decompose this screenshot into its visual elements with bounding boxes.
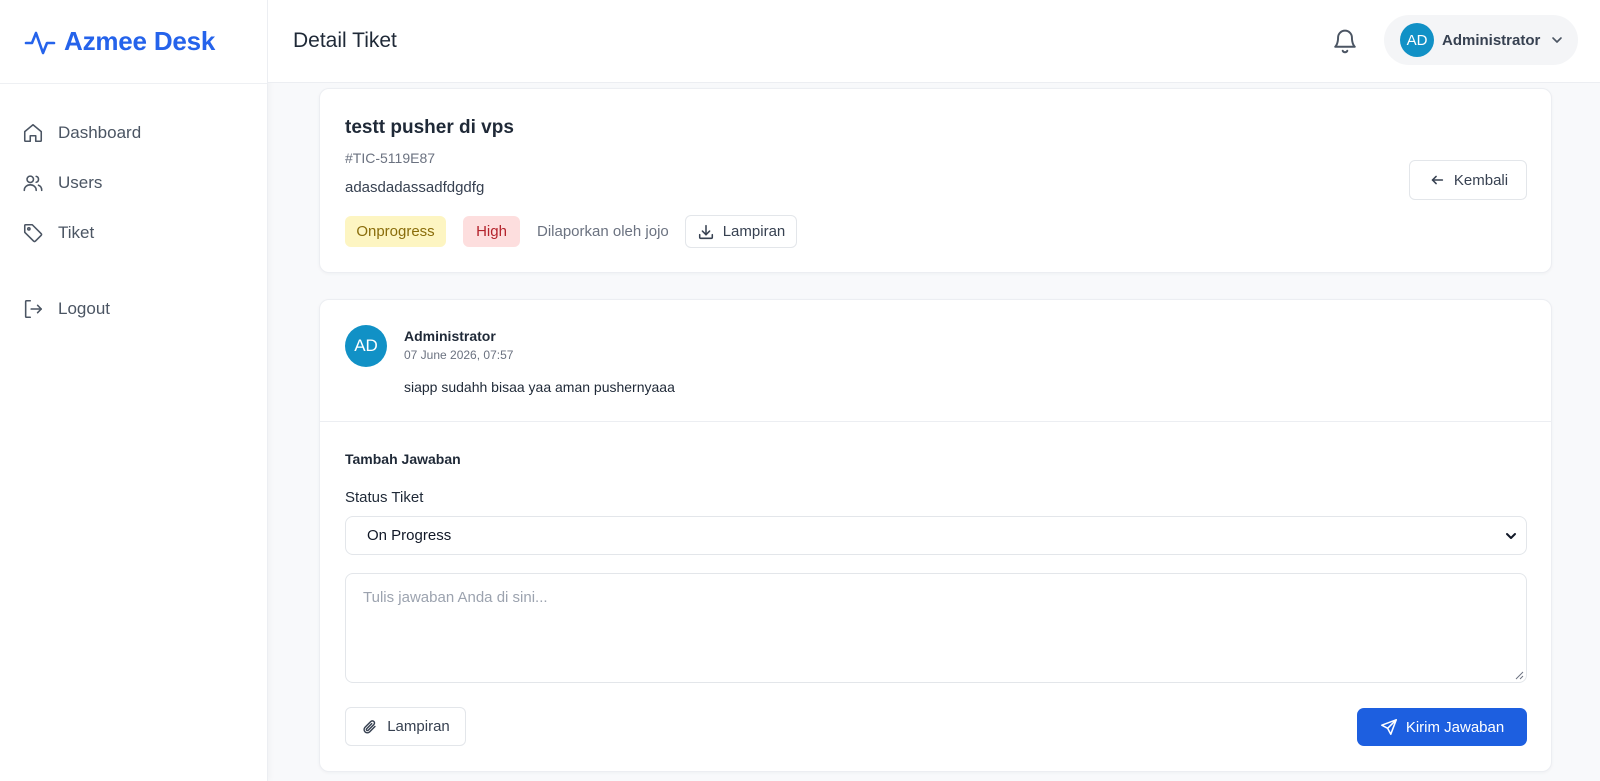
ticket-thread-card: AD Administrator 07 June 2026, 07:57 sia…	[319, 299, 1552, 772]
status-select-value: On Progress	[367, 527, 452, 544]
download-icon	[698, 224, 713, 239]
avatar: AD	[1400, 23, 1434, 57]
reply-timestamp: 07 June 2026, 07:57	[404, 348, 514, 362]
ticket-summary-card: testt pusher di vps #TIC-5119E87 adasdad…	[319, 88, 1552, 273]
divider	[320, 421, 1551, 422]
sidebar-item-tiket[interactable]: Tiket	[0, 208, 267, 258]
send-icon	[1380, 719, 1397, 735]
sidebar-item-label: Users	[58, 173, 103, 192]
brand[interactable]: Azmee Desk	[0, 0, 267, 84]
logout-icon	[24, 299, 43, 319]
logout-label: Logout	[58, 299, 110, 318]
sidebar-item-label: Dashboard	[58, 123, 142, 142]
sidebar-item-label: Tiket	[58, 223, 95, 242]
reply-author: Administrator	[404, 328, 496, 344]
brand-name: Azmee Desk	[64, 26, 216, 56]
add-attachment-label: Lampiran	[387, 718, 450, 735]
download-attachment-button[interactable]: Lampiran	[685, 215, 797, 248]
status-badge: Onprogress	[345, 216, 446, 247]
activity-logo-icon	[24, 31, 56, 54]
logout-button[interactable]: Logout	[0, 284, 267, 334]
back-label: Kembali	[1453, 171, 1509, 189]
priority-badge: High	[463, 216, 520, 247]
users-icon	[23, 175, 43, 192]
sidebar-item-users[interactable]: Users	[0, 158, 267, 208]
chevron-down-icon	[1552, 37, 1563, 43]
status-field-label: Status Tiket	[345, 489, 424, 506]
page-title: Detail Tiket	[293, 29, 397, 52]
paperclip-icon	[363, 719, 376, 734]
chevron-down-icon	[1506, 533, 1516, 539]
reply-textarea[interactable]	[345, 573, 1527, 683]
back-button[interactable]: Kembali	[1409, 160, 1527, 200]
top-header: Detail Tiket AD Administrator	[268, 0, 1600, 83]
send-reply-button[interactable]: Kirim Jawaban	[1357, 708, 1527, 746]
ticket-description: adasdadassadfdgdfg	[345, 179, 485, 196]
reply-message: siapp sudahh bisaa yaa aman pushernyaaa	[404, 379, 675, 395]
send-reply-label: Kirim Jawaban	[1405, 718, 1505, 736]
reply-form-title: Tambah Jawaban	[345, 451, 461, 467]
download-attachment-label: Lampiran	[722, 223, 786, 240]
reported-by: Dilaporkan oleh jojo	[537, 223, 669, 240]
resize-handle-icon[interactable]	[1515, 671, 1524, 680]
sidebar-item-dashboard[interactable]: Dashboard	[0, 108, 267, 158]
sidebar-nav: Dashboard Users Tiket Logout	[0, 84, 267, 334]
arrow-left-icon	[1431, 175, 1444, 185]
home-icon	[23, 123, 43, 143]
user-menu[interactable]: AD Administrator	[1384, 15, 1578, 65]
bell-icon[interactable]	[1331, 26, 1359, 56]
user-name: Administrator	[1442, 31, 1541, 49]
tag-icon	[23, 223, 43, 243]
ticket-code: #TIC-5119E87	[345, 150, 436, 166]
ticket-title: testt pusher di vps	[345, 117, 514, 138]
add-attachment-button[interactable]: Lampiran	[345, 707, 466, 746]
avatar: AD	[345, 325, 387, 367]
sidebar: Azmee Desk Dashboard Users Tiket Logout	[0, 0, 268, 781]
status-select[interactable]: On Progress	[345, 516, 1527, 555]
